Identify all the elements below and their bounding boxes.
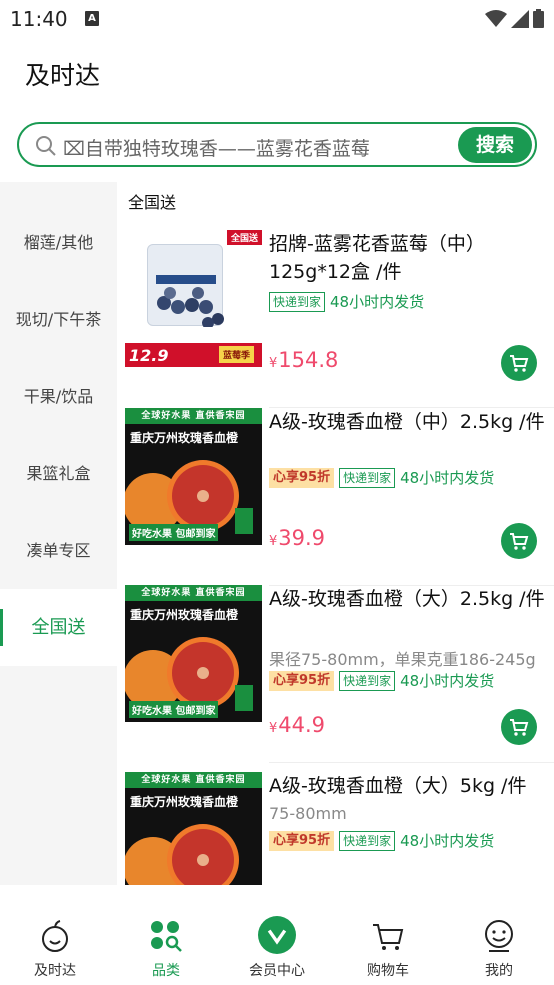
add-to-cart-button[interactable] [501,345,537,381]
delivery-tag: 快递到家 [339,467,396,488]
cart-icon [510,533,529,550]
ship-time-text: 48小时内发货 [330,293,425,311]
sidebar-item-dried-fruit[interactable]: 干果/饮品 [0,358,117,435]
nav-item-cart[interactable]: 购物车 [333,885,443,985]
delivery-tag: 快递到家 [339,830,396,851]
delivery-tag: 快递到家 [269,291,326,312]
product-list: 全国送 全国送 12.9 蓝莓季 招牌-蓝雾花香蓝莓（中）125g*12盒 /件… [117,182,554,885]
product-spec: 果径75-80mm，单果克重186-245g [269,650,536,669]
sidebar-item-durian[interactable]: 榴莲/其他 [0,204,117,281]
section-title: 全国送 [128,193,177,212]
nav-label: 品类 [152,963,180,979]
product-image-orange[interactable]: 全球好水果 直供香宋园 重庆万州玫瑰香血橙 好吃水果 包邮到家 [125,585,262,722]
blood-orange-icon [125,824,239,885]
status-bar: 11:40 A [0,0,554,38]
notification-app-icon: A [85,11,99,26]
product-spec: 75-80mm [269,804,347,823]
search-placeholder: ⌧自带独特玫瑰香——蓝雾花香蓝莓 [63,138,370,160]
product-image-orange[interactable]: 全球好水果 直供香宋园 重庆万州玫瑰香血橙 好吃水果 包邮到家 [125,408,262,545]
status-icons [485,9,544,28]
currency-symbol: ¥ [269,721,278,736]
product-name[interactable]: A级-玫瑰香血橙（大）5kg /件 [269,772,545,800]
product-image-blueberry[interactable]: 全国送 12.9 蓝莓季 [125,230,262,367]
product-card[interactable]: 全球好水果 直供香宋园 重庆万州玫瑰香血橙 好吃水果 包邮到家 A级-玫瑰香血橙… [117,408,554,586]
member-icon [258,916,296,954]
nav-label: 及时达 [34,963,76,979]
product-name[interactable]: A级-玫瑰香血橙（大）2.5kg /件 [269,585,545,613]
discount-tag: 心享95折 [269,830,335,851]
currency-symbol: ¥ [269,534,278,549]
ship-time-text: 48小时内发货 [400,832,495,850]
apple-icon [42,920,68,952]
discount-tag: 心享95折 [269,670,335,691]
cart-icon [510,355,529,372]
product-price: ¥154.8 [269,348,338,372]
price-value: 154.8 [278,348,339,372]
product-image-orange[interactable]: 全球好水果 直供香宋园 重庆万州玫瑰香血橙 [125,772,262,885]
sidebar-item-gift-basket[interactable]: 果篮礼盒 [0,435,117,512]
ship-time-text: 48小时内发货 [400,672,495,690]
sidebar-item-add-on[interactable]: 凑单专区 [0,512,117,589]
signal-icon [511,10,529,28]
nav-label: 购物车 [367,963,409,979]
battery-icon [533,9,544,28]
price-value: 39.9 [278,526,326,550]
product-price: ¥39.9 [269,526,325,550]
sidebar-item-nationwide[interactable]: 全国送 [0,589,117,666]
nav-label: 会员中心 [249,963,305,979]
status-time: 11:40 [10,7,68,31]
price-value: 44.9 [278,713,326,737]
page-title: 及时达 [25,61,101,90]
add-to-cart-button[interactable] [501,709,537,745]
product-card[interactable]: 全球好水果 直供香宋园 重庆万州玫瑰香血橙 A级-玫瑰香血橙（大）5kg /件 … [117,772,554,885]
product-name[interactable]: 招牌-蓝雾花香蓝莓（中）125g*12盒 /件 [269,230,545,286]
add-to-cart-button[interactable] [501,523,537,559]
divider [269,762,554,763]
product-tags: 心享95折 快递到家 48小时内发货 [269,830,494,851]
nav-item-home[interactable]: 及时达 [0,885,110,985]
blueberry-pile-icon [156,275,224,329]
cart-icon [373,924,404,950]
search-icon [36,136,56,156]
product-tags: 心享95折 快递到家 48小时内发货 [269,670,494,691]
product-price: ¥44.9 [269,713,325,737]
currency-symbol: ¥ [269,356,278,371]
nav-item-profile[interactable]: 我的 [444,885,554,985]
search-button[interactable]: 搜索 [458,127,532,163]
promo-sticker: 蓝莓季 [218,346,254,363]
product-name[interactable]: A级-玫瑰香血橙（中）2.5kg /件 [269,408,545,436]
nav-label: 我的 [485,963,513,979]
image-corner-tag: 全国送 [226,230,262,245]
product-tags: 心享95折 快递到家 48小时内发货 [269,467,494,488]
sidebar-item-fresh-cut[interactable]: 现切/下午茶 [0,281,117,358]
wifi-icon [485,10,507,27]
image-bottom-label: 好吃水果 包邮到家 [129,524,219,541]
discount-tag: 心享95折 [269,467,335,488]
product-card[interactable]: 全国送 12.9 蓝莓季 招牌-蓝雾花香蓝莓（中）125g*12盒 /件 快递到… [117,230,554,408]
delivery-tag: 快递到家 [339,670,396,691]
profile-icon [485,920,513,952]
bottom-nav: 及时达 品类 会员中心 购物车 我的 [0,885,554,985]
product-card[interactable]: 全球好水果 直供香宋园 重庆万州玫瑰香血橙 好吃水果 包邮到家 A级-玫瑰香血橙… [117,585,554,763]
ship-time-text: 48小时内发货 [400,469,495,487]
nav-item-category[interactable]: 品类 [111,885,221,985]
promo-price-badge: 12.9 [129,346,169,365]
category-sidebar: 榴莲/其他 现切/下午茶 干果/饮品 果篮礼盒 凑单专区 全国送 [0,182,117,885]
search-input[interactable]: ⌧自带独特玫瑰香——蓝雾花香蓝莓 搜索 [17,122,537,167]
image-bottom-label: 好吃水果 包邮到家 [129,701,219,718]
cart-icon [510,719,529,736]
blueberry-box [147,244,224,329]
nav-item-member[interactable]: 会员中心 [222,885,332,985]
product-tags: 快递到家 48小时内发货 [269,291,424,312]
category-icon [151,921,182,952]
